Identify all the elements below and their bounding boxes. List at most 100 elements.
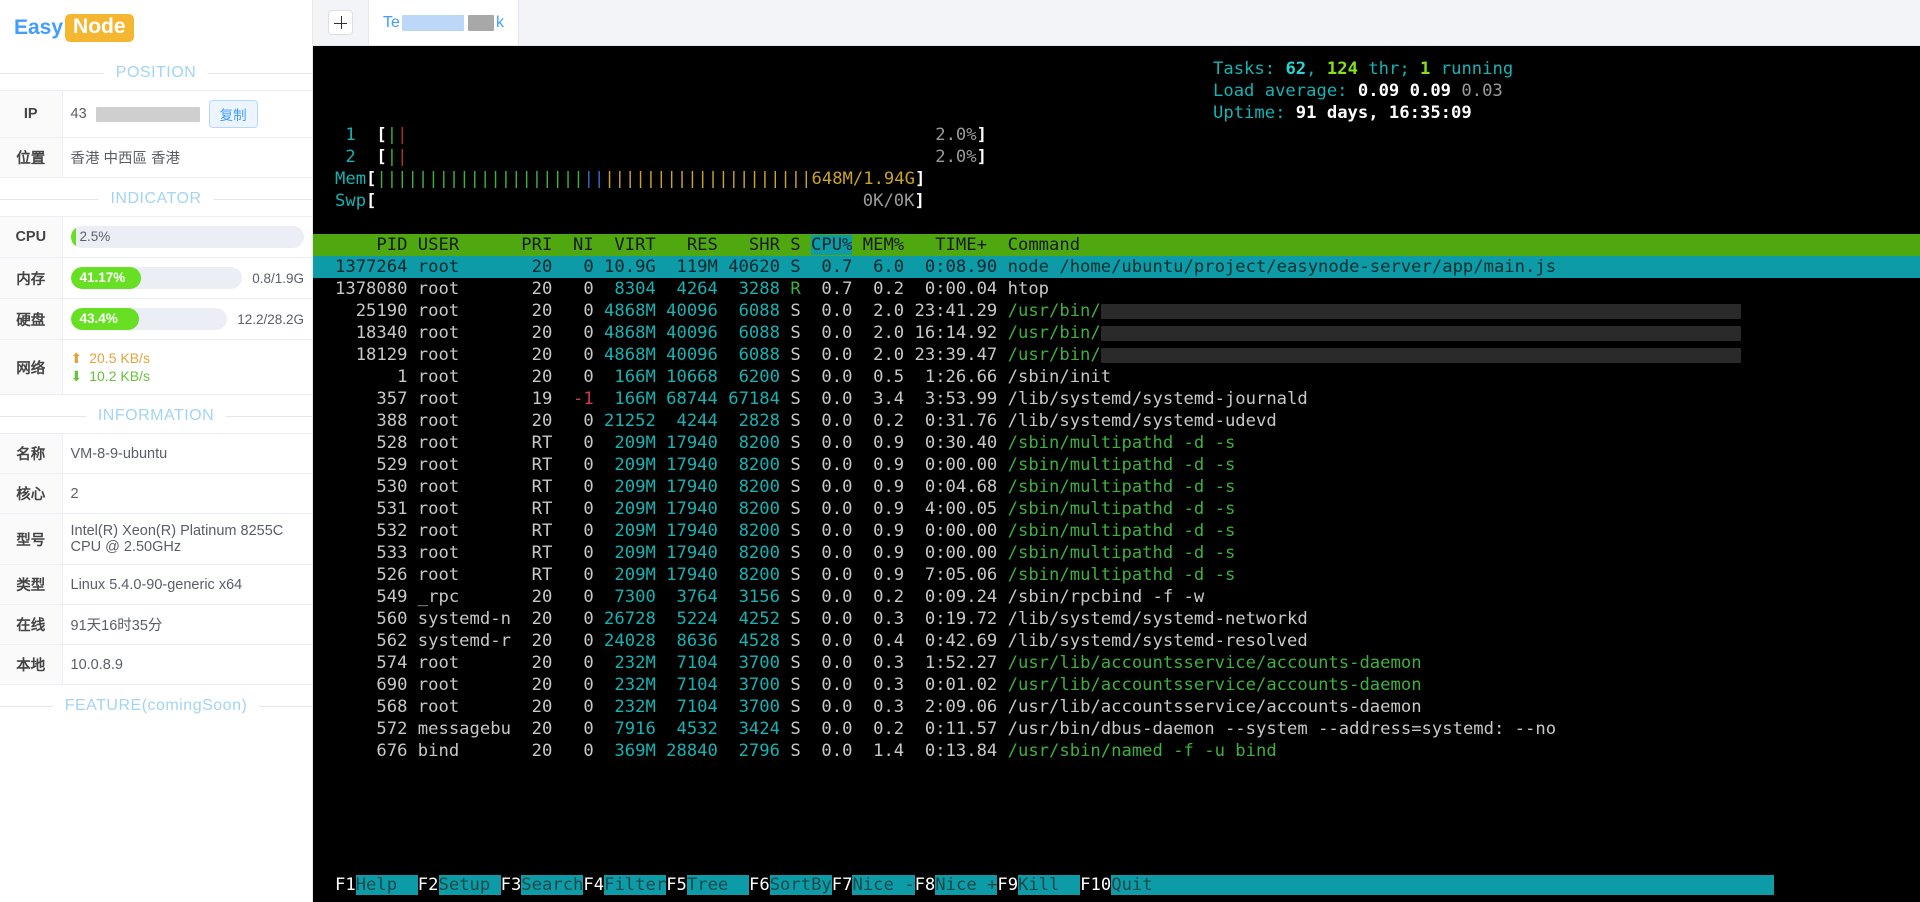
process-table-header[interactable]: PID USER PRI NI VIRT RES SHR S CPU% MEM%… <box>313 234 1920 256</box>
process-row[interactable]: 530 root RT 0 209M 17940 8200 S 0.0 0.9 … <box>313 476 1920 498</box>
disk-detail: 12.2/28.2G <box>237 311 304 327</box>
fkey-f10-label[interactable]: Quit <box>1111 875 1153 895</box>
table-row-online: 在线 91天16时35分 <box>0 604 312 645</box>
fkey-f6-key[interactable]: F6 <box>748 875 770 895</box>
table-row-name: 名称 VM-8-9-ubuntu <box>0 433 312 474</box>
section-header-feature: FEATURE(comingSoon) <box>0 697 312 715</box>
process-row[interactable]: 560 systemd-n 20 0 26728 5224 4252 S 0.0… <box>313 608 1920 630</box>
table-row-type: 类型 Linux 5.4.0-90-generic x64 <box>0 564 312 605</box>
value-network: ⬆ 20.5 KB/s ⬇ 10.2 KB/s <box>61 339 312 395</box>
divider-line-right <box>226 415 312 417</box>
label-type: 类型 <box>0 564 63 605</box>
terminal-view[interactable]: 清空 粘贴 1 [|| 2.0%] 2 [|| 2.0%]Mem[|||||||… <box>313 46 1920 872</box>
value-ip: 43 复制 <box>61 90 312 138</box>
fkey-f4-label[interactable]: Filter <box>604 875 667 895</box>
fkey-f9-label[interactable]: Kill <box>1018 875 1081 895</box>
fkey-f8-key[interactable]: F8 <box>914 875 936 895</box>
divider-line-right <box>213 198 312 200</box>
process-row[interactable]: 676 bind 20 0 369M 28840 2796 S 0.0 1.4 … <box>313 740 1920 762</box>
fkey-f2-label[interactable]: Setup <box>438 875 501 895</box>
value-cpu: 2.5% <box>61 216 312 258</box>
process-row[interactable]: 531 root RT 0 209M 17940 8200 S 0.0 0.9 … <box>313 498 1920 520</box>
network-upload-value: 20.5 KB/s <box>89 350 150 366</box>
fkey-f1-label[interactable]: Help <box>355 875 418 895</box>
value-disk: 43.4% 12.2/28.2G <box>61 298 312 340</box>
process-row[interactable]: 562 systemd-r 20 0 24028 8636 4528 S 0.0… <box>313 630 1920 652</box>
process-row[interactable]: 529 root RT 0 209M 17940 8200 S 0.0 0.9 … <box>313 454 1920 476</box>
value-online: 91天16时35分 <box>61 604 312 645</box>
table-row-cpu: CPU 2.5% <box>0 216 312 258</box>
table-row-memory: 内存 41.17% 0.8/1.9G <box>0 257 312 299</box>
fkey-f8-label[interactable]: Nice + <box>935 875 998 895</box>
process-row[interactable]: 574 root 20 0 232M 7104 3700 S 0.0 0.3 1… <box>313 652 1920 674</box>
process-row[interactable]: 1378080 root 20 0 8304 4264 3288 R 0.7 0… <box>313 278 1920 300</box>
fkey-f1-key[interactable]: F1 <box>335 875 356 895</box>
section-header-information: INFORMATION <box>0 407 312 425</box>
process-row[interactable]: 526 root RT 0 209M 17940 8200 S 0.0 0.9 … <box>313 564 1920 586</box>
table-row-ip: IP 43 复制 <box>0 90 312 138</box>
value-type: Linux 5.4.0-90-generic x64 <box>61 564 312 605</box>
divider-line-left <box>0 415 86 417</box>
fkey-f2-key[interactable]: F2 <box>417 875 439 895</box>
process-row[interactable]: 533 root RT 0 209M 17940 8200 S 0.0 0.9 … <box>313 542 1920 564</box>
process-row[interactable]: 549 _rpc 20 0 7300 3764 3156 S 0.0 0.2 0… <box>313 586 1920 608</box>
fkey-f5-label[interactable]: Tree <box>686 875 749 895</box>
section-title-indicator: INDICATOR <box>110 190 202 207</box>
process-row[interactable]: 528 root RT 0 209M 17940 8200 S 0.0 0.9 … <box>313 432 1920 454</box>
section-title-information: INFORMATION <box>97 407 215 424</box>
tab-bar-spacer <box>519 0 1920 45</box>
process-row[interactable]: 25190 root 20 0 4868M 40096 6088 S 0.0 2… <box>313 300 1920 322</box>
fkey-bar-filler <box>1152 875 1774 895</box>
label-memory: 内存 <box>0 257 63 299</box>
copy-ip-button[interactable]: 复制 <box>208 100 258 128</box>
process-row[interactable]: 388 root 20 0 21252 4244 2828 S 0.0 0.2 … <box>313 410 1920 432</box>
network-download-value: 10.2 KB/s <box>89 368 150 384</box>
divider-line-left <box>0 72 104 74</box>
label-ip: IP <box>0 90 63 138</box>
upload-arrow-icon: ⬆ <box>70 350 83 366</box>
fkey-f4-key[interactable]: F4 <box>583 875 605 895</box>
function-key-bar[interactable]: F1Help F2Setup F3SearchF4FilterF5Tree F6… <box>313 872 1920 902</box>
tab-terminal[interactable]: Te k <box>369 0 519 45</box>
value-memory: 41.17% 0.8/1.9G <box>61 257 312 299</box>
indicator-table: CPU 2.5% 内存 41.17% 0.8/1.9G 硬盘 43.4% 12.… <box>0 216 312 395</box>
process-row[interactable]: 690 root 20 0 232M 7104 3700 S 0.0 0.3 0… <box>313 674 1920 696</box>
swap-gauge-row: Swp[ 0K/0K] <box>335 191 925 211</box>
table-row-network: 网络 ⬆ 20.5 KB/s ⬇ 10.2 KB/s <box>0 339 312 395</box>
process-row[interactable]: 532 root RT 0 209M 17940 8200 S 0.0 0.9 … <box>313 520 1920 542</box>
label-disk: 硬盘 <box>0 298 63 340</box>
value-location: 香港 中西區 香港 <box>61 137 312 178</box>
fkey-f10-key[interactable]: F10 <box>1080 875 1112 895</box>
tab-bar: Tek 全屏 <box>313 0 1920 46</box>
divider-line-right <box>259 705 312 707</box>
process-row[interactable]: 18340 root 20 0 4868M 40096 6088 S 0.0 2… <box>313 322 1920 344</box>
process-row[interactable]: 357 root 19 -1 166M 68744 67184 S 0.0 3.… <box>313 388 1920 410</box>
process-row[interactable]: 1 root 20 0 166M 10668 6200 S 0.0 0.5 1:… <box>313 366 1920 388</box>
process-row[interactable]: 18129 root 20 0 4868M 40096 6088 S 0.0 2… <box>313 344 1920 366</box>
load-average-row: Load average: 0.09 0.09 0.03 <box>1213 81 1503 101</box>
cpu-gauge-row: 2 [|| 2.0%] <box>335 147 987 167</box>
network-upload-row: ⬆ 20.5 KB/s <box>71 349 305 367</box>
fkey-f7-label[interactable]: Nice - <box>852 875 915 895</box>
memory-gauge-row: Mem[||||||||||||||||||||||||||||||||||||… <box>335 169 926 189</box>
process-row[interactable]: 568 root 20 0 232M 7104 3700 S 0.0 0.3 2… <box>313 696 1920 718</box>
section-header-indicator: INDICATOR <box>0 190 312 208</box>
position-table: IP 43 复制 位置 香港 中西區 香港 <box>0 90 312 178</box>
fkey-f7-key[interactable]: F7 <box>831 875 853 895</box>
process-row[interactable]: 572 messagebu 20 0 7916 4532 3424 S 0.0 … <box>313 718 1920 740</box>
process-row-selected[interactable]: 1377264 root 20 0 10.9G 119M 40620 S 0.7… <box>313 256 1920 278</box>
table-row-cores: 核心 2 <box>0 473 312 514</box>
fkey-f3-key[interactable]: F3 <box>500 875 522 895</box>
fkey-f9-key[interactable]: F9 <box>997 875 1019 895</box>
fkey-f6-label[interactable]: SortBy <box>769 875 832 895</box>
disk-progress-label: 43.4% <box>79 311 118 326</box>
fkey-f3-label[interactable]: Search <box>521 875 584 895</box>
label-local: 本地 <box>0 644 63 685</box>
label-model: 型号 <box>0 513 63 565</box>
add-tab-button[interactable] <box>313 0 369 45</box>
brand-logo: Easy Node <box>0 0 312 52</box>
label-cpu: CPU <box>0 216 63 258</box>
fkey-f5-key[interactable]: F5 <box>666 875 687 895</box>
terminal-stats: Tasks: 62, 124 thr; 1 running Load averag… <box>1213 58 1513 124</box>
